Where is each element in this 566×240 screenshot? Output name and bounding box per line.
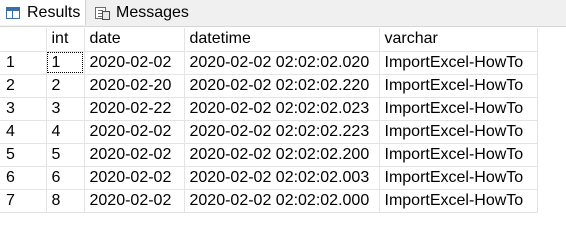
cell-int[interactable]: 6: [46, 166, 85, 190]
cell-date[interactable]: 2020-02-20: [84, 74, 185, 98]
row-number[interactable]: 7: [0, 189, 47, 213]
cell-varchar[interactable]: ImportExcel-HowTo: [379, 120, 538, 144]
cell-date[interactable]: 2020-02-02: [84, 120, 185, 144]
cell-varchar[interactable]: ImportExcel-HowTo: [379, 189, 538, 213]
cell-varchar[interactable]: ImportExcel-HowTo: [379, 51, 538, 75]
cell-datetime[interactable]: 2020-02-02 02:02:02.200: [184, 143, 380, 167]
cell-datetime[interactable]: 2020-02-02 02:02:02.003: [184, 166, 380, 190]
cell-datetime[interactable]: 2020-02-02 02:02:02.220: [184, 74, 380, 98]
row-number-header[interactable]: [0, 28, 47, 52]
row-number[interactable]: 2: [0, 74, 47, 98]
tab-results[interactable]: Results: [0, 0, 86, 25]
messages-icon: [93, 4, 113, 22]
results-tab-bar: Results Messages: [0, 0, 566, 27]
table-row[interactable]: 2 2 2020-02-20 2020-02-02 02:02:02.220 Impor…: [0, 74, 538, 98]
cell-varchar[interactable]: ImportExcel-HowTo: [379, 166, 538, 190]
row-number[interactable]: 1: [0, 51, 47, 75]
table-row[interactable]: 4 4 2020-02-02 2020-02-02 02:02:02.223 Impor…: [0, 120, 538, 144]
cell-int[interactable]: 4: [46, 120, 85, 144]
cell-date[interactable]: 2020-02-02: [84, 143, 185, 167]
column-header-varchar[interactable]: varchar: [379, 28, 538, 52]
cell-int[interactable]: 8: [46, 189, 85, 213]
table-row[interactable]: 1 1 2020-02-02 2020-02-02 02:02:02.020 Impor…: [0, 51, 538, 75]
tab-messages[interactable]: Messages: [89, 0, 189, 25]
cell-date[interactable]: 2020-02-02: [84, 166, 185, 190]
column-header-int[interactable]: int: [46, 28, 85, 52]
cell-datetime[interactable]: 2020-02-02 02:02:02.023: [184, 97, 380, 121]
cell-varchar[interactable]: ImportExcel-HowTo: [379, 74, 538, 98]
cell-date[interactable]: 2020-02-22: [84, 97, 185, 121]
results-grid[interactable]: int date datetime varchar 1 1 2020-02-02 20…: [0, 28, 538, 213]
table-row[interactable]: 7 8 2020-02-02 2020-02-02 02:02:02.000 Impor…: [0, 189, 538, 213]
row-number[interactable]: 5: [0, 143, 47, 167]
header-row: int date datetime varchar: [0, 28, 538, 52]
cell-datetime[interactable]: 2020-02-02 02:02:02.020: [184, 51, 380, 75]
column-header-datetime[interactable]: datetime: [184, 28, 380, 52]
row-number[interactable]: 6: [0, 166, 47, 190]
tab-results-label: Results: [27, 3, 81, 21]
row-number[interactable]: 3: [0, 97, 47, 121]
table-row[interactable]: 5 5 2020-02-02 2020-02-02 02:02:02.200 Impor…: [0, 143, 538, 167]
cell-int[interactable]: 1: [46, 51, 85, 75]
table-row[interactable]: 6 6 2020-02-02 2020-02-02 02:02:02.003 Impor…: [0, 166, 538, 190]
cell-varchar[interactable]: ImportExcel-HowTo: [379, 143, 538, 167]
cell-date[interactable]: 2020-02-02: [84, 189, 185, 213]
cell-datetime[interactable]: 2020-02-02 02:02:02.000: [184, 189, 380, 213]
cell-date[interactable]: 2020-02-02: [84, 51, 185, 75]
cell-int[interactable]: 3: [46, 97, 85, 121]
cell-varchar[interactable]: ImportExcel-HowTo: [379, 97, 538, 121]
tab-messages-label: Messages: [116, 3, 189, 21]
column-header-date[interactable]: date: [84, 28, 185, 52]
cell-datetime[interactable]: 2020-02-02 02:02:02.223: [184, 120, 380, 144]
results-table: int date datetime varchar 1 1 2020-02-02 20…: [0, 28, 538, 213]
cell-int[interactable]: 5: [46, 143, 85, 167]
table-row[interactable]: 3 3 2020-02-22 2020-02-02 02:02:02.023 Impor…: [0, 97, 538, 121]
grid-icon: [4, 4, 24, 22]
row-number[interactable]: 4: [0, 120, 47, 144]
cell-int[interactable]: 2: [46, 74, 85, 98]
